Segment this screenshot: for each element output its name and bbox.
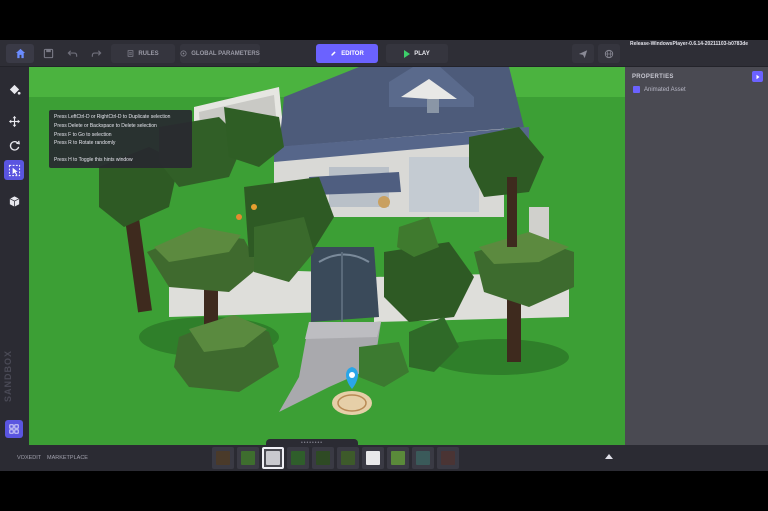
expand-up-icon[interactable] — [605, 454, 613, 459]
voxedit-link[interactable]: VOXEDIT — [17, 455, 41, 461]
paper-plane-icon — [578, 49, 588, 58]
global-parameters-button[interactable]: GLOBAL PARAMETERS — [180, 44, 260, 63]
animated-asset-item[interactable]: Animated Asset — [633, 86, 686, 93]
save-button[interactable] — [38, 44, 58, 63]
asset-type-icon — [633, 86, 640, 93]
asset-drawer-handle[interactable]: •••••••• — [266, 439, 358, 446]
asset-slot-lamp-post[interactable] — [212, 447, 234, 469]
asset-slot-tree-dark[interactable] — [312, 447, 334, 469]
hint-rotate: Press R to Rotate randomly — [54, 140, 116, 147]
properties-panel: PROPERTIES Animated Asset — [625, 67, 768, 445]
chevron-right-icon — [756, 74, 759, 79]
layout-toggle-button[interactable] — [5, 420, 23, 438]
asset-tool-button[interactable] — [4, 191, 24, 211]
undo-button[interactable] — [62, 44, 82, 63]
asset-slot-plant-blue[interactable] — [412, 447, 434, 469]
rules-icon — [128, 50, 134, 57]
play-label: PLAY — [414, 50, 430, 57]
build-version-text: Release-WindowsPlayer-0.6.14-20211103-b0… — [630, 41, 749, 47]
marketplace-link[interactable]: MARKETPLACE — [47, 455, 88, 461]
properties-title: PROPERTIES — [632, 74, 674, 80]
asset-slot-tree-sapling[interactable] — [337, 447, 359, 469]
grass-block-thumbnail-icon — [391, 451, 405, 465]
rules-button[interactable]: RULES — [111, 44, 175, 63]
editor-mode-button[interactable]: EDITOR — [316, 44, 378, 63]
top-toolbar: RULES GLOBAL PARAMETERS EDITOR PLAY Rele… — [0, 40, 768, 67]
lamp-post-thumbnail-icon — [216, 451, 230, 465]
globe-icon — [604, 49, 614, 58]
rotate-tool-button[interactable] — [4, 135, 24, 155]
shrub-round-thumbnail-icon — [291, 451, 305, 465]
publish-button[interactable] — [572, 44, 594, 63]
collapse-panel-button[interactable] — [752, 71, 763, 82]
sandbox-editor-window: RULES GLOBAL PARAMETERS EDITOR PLAY Rele… — [0, 40, 768, 471]
bush-small-thumbnail-icon — [241, 451, 255, 465]
bottom-bar: •••••••• VOXEDIT MARKETPLACE — [0, 439, 768, 471]
cube-icon — [9, 195, 19, 207]
redo-button[interactable] — [86, 44, 106, 63]
editor-label: EDITOR — [341, 50, 364, 57]
rules-label: RULES — [138, 50, 159, 57]
globe-settings-icon — [180, 50, 187, 57]
hint-duplicate: Press LeftCtrl-D or RightCtrl-D to Dupli… — [54, 114, 171, 120]
plant-blue-thumbnail-icon — [416, 451, 430, 465]
animated-asset-label: Animated Asset — [644, 86, 686, 93]
selection-cursor-icon — [8, 164, 20, 176]
language-button[interactable] — [598, 44, 620, 63]
asset-slot-shrub-round[interactable] — [287, 447, 309, 469]
move-arrows-icon — [8, 115, 20, 127]
paint-tool-button[interactable] — [4, 79, 24, 99]
move-tool-button[interactable] — [4, 111, 24, 131]
hint-go-to: Press F to Go to selection — [54, 131, 112, 138]
select-tool-button[interactable] — [4, 160, 24, 180]
undo-icon — [67, 50, 77, 57]
asset-slot-stone-block[interactable] — [262, 447, 284, 469]
play-icon — [404, 49, 411, 58]
asset-hotbar — [212, 447, 459, 469]
save-icon — [43, 48, 53, 59]
global-parameters-label: GLOBAL PARAMETERS — [191, 50, 260, 57]
stone-block-thumbnail-icon — [266, 451, 280, 465]
pencil-icon — [331, 51, 336, 56]
hint-delete: Press Delete or Backspace to Delete sele… — [54, 122, 157, 129]
paint-bucket-icon — [9, 84, 21, 95]
hint-toggle: Press H to Toggle this hints window — [54, 157, 133, 164]
sandbox-brand-text: SANDBOX — [3, 350, 13, 403]
hints-window: Press LeftCtrl-D or RightCtrl-D to Dupli… — [49, 110, 192, 168]
drawer-handle-dots: •••••••• — [300, 439, 323, 446]
play-button[interactable]: PLAY — [386, 44, 448, 63]
post-dark-thumbnail-icon — [441, 451, 455, 465]
grid-icon — [9, 424, 19, 434]
white-cube-thumbnail-icon — [366, 451, 380, 465]
asset-slot-post-dark[interactable] — [437, 447, 459, 469]
left-toolbar: SANDBOX — [0, 67, 29, 445]
home-button[interactable] — [6, 44, 34, 63]
home-icon — [15, 48, 25, 59]
rotate-icon — [9, 140, 20, 151]
asset-slot-grass-block[interactable] — [387, 447, 409, 469]
asset-slot-white-cube[interactable] — [362, 447, 384, 469]
asset-slot-bush-small[interactable] — [237, 447, 259, 469]
tree-dark-thumbnail-icon — [316, 451, 330, 465]
redo-icon — [91, 50, 101, 57]
tree-sapling-thumbnail-icon — [341, 451, 355, 465]
